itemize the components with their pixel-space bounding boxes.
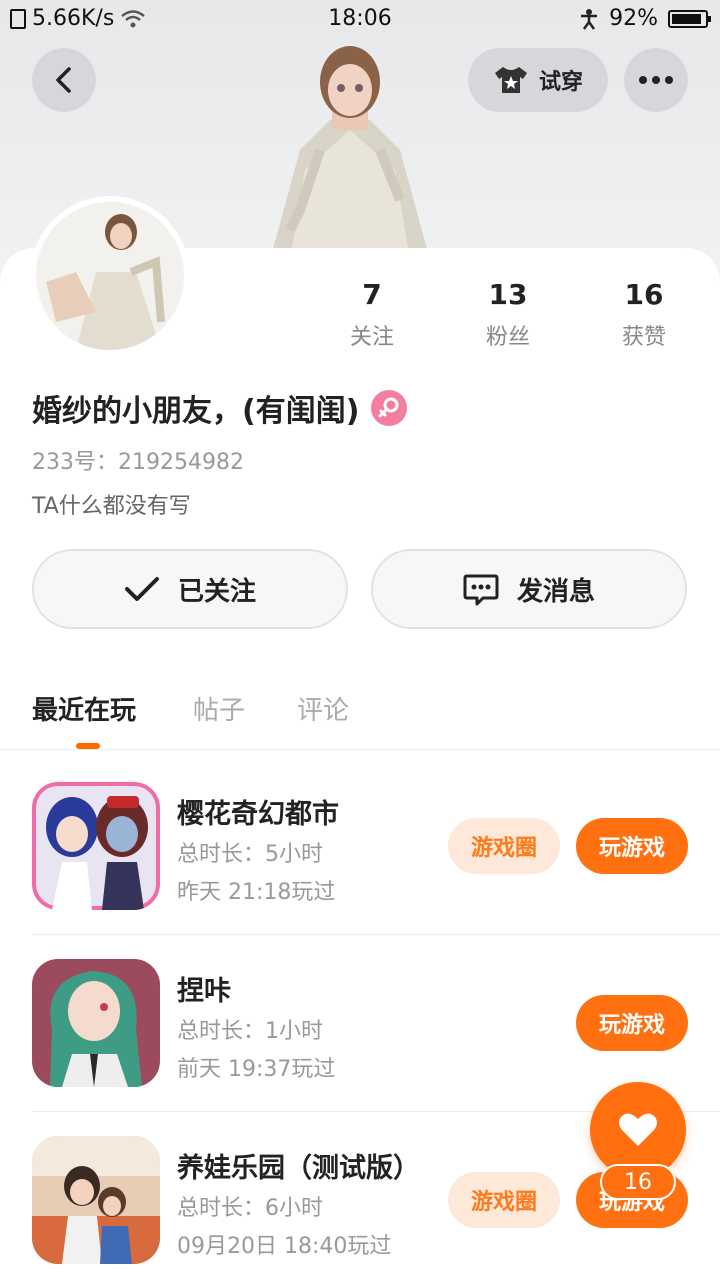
shirt-icon (494, 67, 527, 93)
send-message-button[interactable]: 发消息 (371, 549, 687, 629)
try-on-label: 试穿 (538, 70, 583, 95)
try-on-button[interactable]: 试穿 (468, 48, 608, 112)
stat-label: 关注 (349, 325, 394, 350)
stat-label: 粉丝 (485, 325, 530, 350)
game-circle-button[interactable]: 游戏圈 (448, 818, 560, 874)
game-duration: 总时长：1小时 (177, 1019, 323, 1044)
active-tab-indicator (76, 743, 100, 749)
profile-tabs: 最近在玩 帖子 评论 (0, 680, 720, 750)
user-id: 233号：219254982 (32, 450, 244, 475)
game-circle-button[interactable]: 游戏圈 (448, 1172, 560, 1228)
game-name: 养娃乐园（测试版） (177, 1153, 420, 1184)
game-icon[interactable] (32, 959, 160, 1087)
user-bio: TA什么都没有写 (32, 494, 191, 519)
username: 婚纱的小朋友，(有闺闺) (32, 394, 360, 429)
game-icon[interactable] (32, 1136, 160, 1264)
game-last-played: 09月20日 18:40玩过 (177, 1234, 392, 1259)
tab-posts[interactable]: 帖子 (193, 690, 245, 727)
battery-icon (668, 9, 711, 28)
chat-bubble-icon (463, 574, 499, 606)
game-duration: 总时长：6小时 (177, 1196, 323, 1221)
game-duration: 总时长：5小时 (177, 842, 323, 867)
send-message-label: 发消息 (516, 576, 595, 607)
stat-following[interactable]: 7 关注 (312, 278, 432, 351)
profile-stats: 7 关注 13 粉丝 16 获赞 (300, 278, 720, 358)
female-icon (371, 390, 408, 426)
battery-percent: 92% (609, 6, 658, 31)
game-name: 樱花奇幻都市 (177, 799, 339, 830)
more-button[interactable] (624, 48, 688, 112)
like-count-badge: 16 (600, 1164, 676, 1200)
avatar-image (36, 202, 184, 350)
game-list-item[interactable]: 樱花奇幻都市 总时长：5小时 昨天 21:18玩过 游戏圈 玩游戏 (32, 782, 720, 932)
divider (32, 934, 720, 935)
chevron-left-icon (56, 67, 71, 93)
heart-icon (619, 1113, 657, 1146)
banner-character-image (270, 46, 430, 260)
stat-likes[interactable]: 16 获赞 (584, 278, 704, 351)
more-dots-icon (639, 76, 673, 84)
play-game-button[interactable]: 玩游戏 (576, 818, 688, 874)
status-bar: 5.66K/s 18:06 92% (0, 0, 720, 40)
game-last-played: 昨天 21:18玩过 (177, 880, 336, 905)
game-name: 捏咔 (177, 976, 231, 1007)
tab-comments[interactable]: 评论 (297, 690, 349, 727)
stat-followers[interactable]: 13 粉丝 (448, 278, 568, 351)
username-row: 婚纱的小朋友，(有闺闺) (32, 386, 408, 430)
followed-label: 已关注 (177, 576, 256, 607)
tab-recently-played[interactable]: 最近在玩 (32, 690, 136, 727)
back-button[interactable] (32, 48, 96, 112)
followed-button[interactable]: 已关注 (32, 549, 348, 629)
stat-label: 获赞 (621, 325, 666, 350)
avatar[interactable] (30, 196, 190, 356)
stat-value: 13 (488, 278, 528, 311)
game-last-played: 前天 19:37玩过 (177, 1057, 336, 1082)
stat-value: 7 (362, 278, 382, 311)
stat-value: 16 (624, 278, 664, 311)
game-icon[interactable] (32, 782, 160, 910)
accessibility-icon (581, 8, 598, 30)
check-icon (124, 577, 159, 601)
play-game-button[interactable]: 玩游戏 (576, 995, 688, 1051)
